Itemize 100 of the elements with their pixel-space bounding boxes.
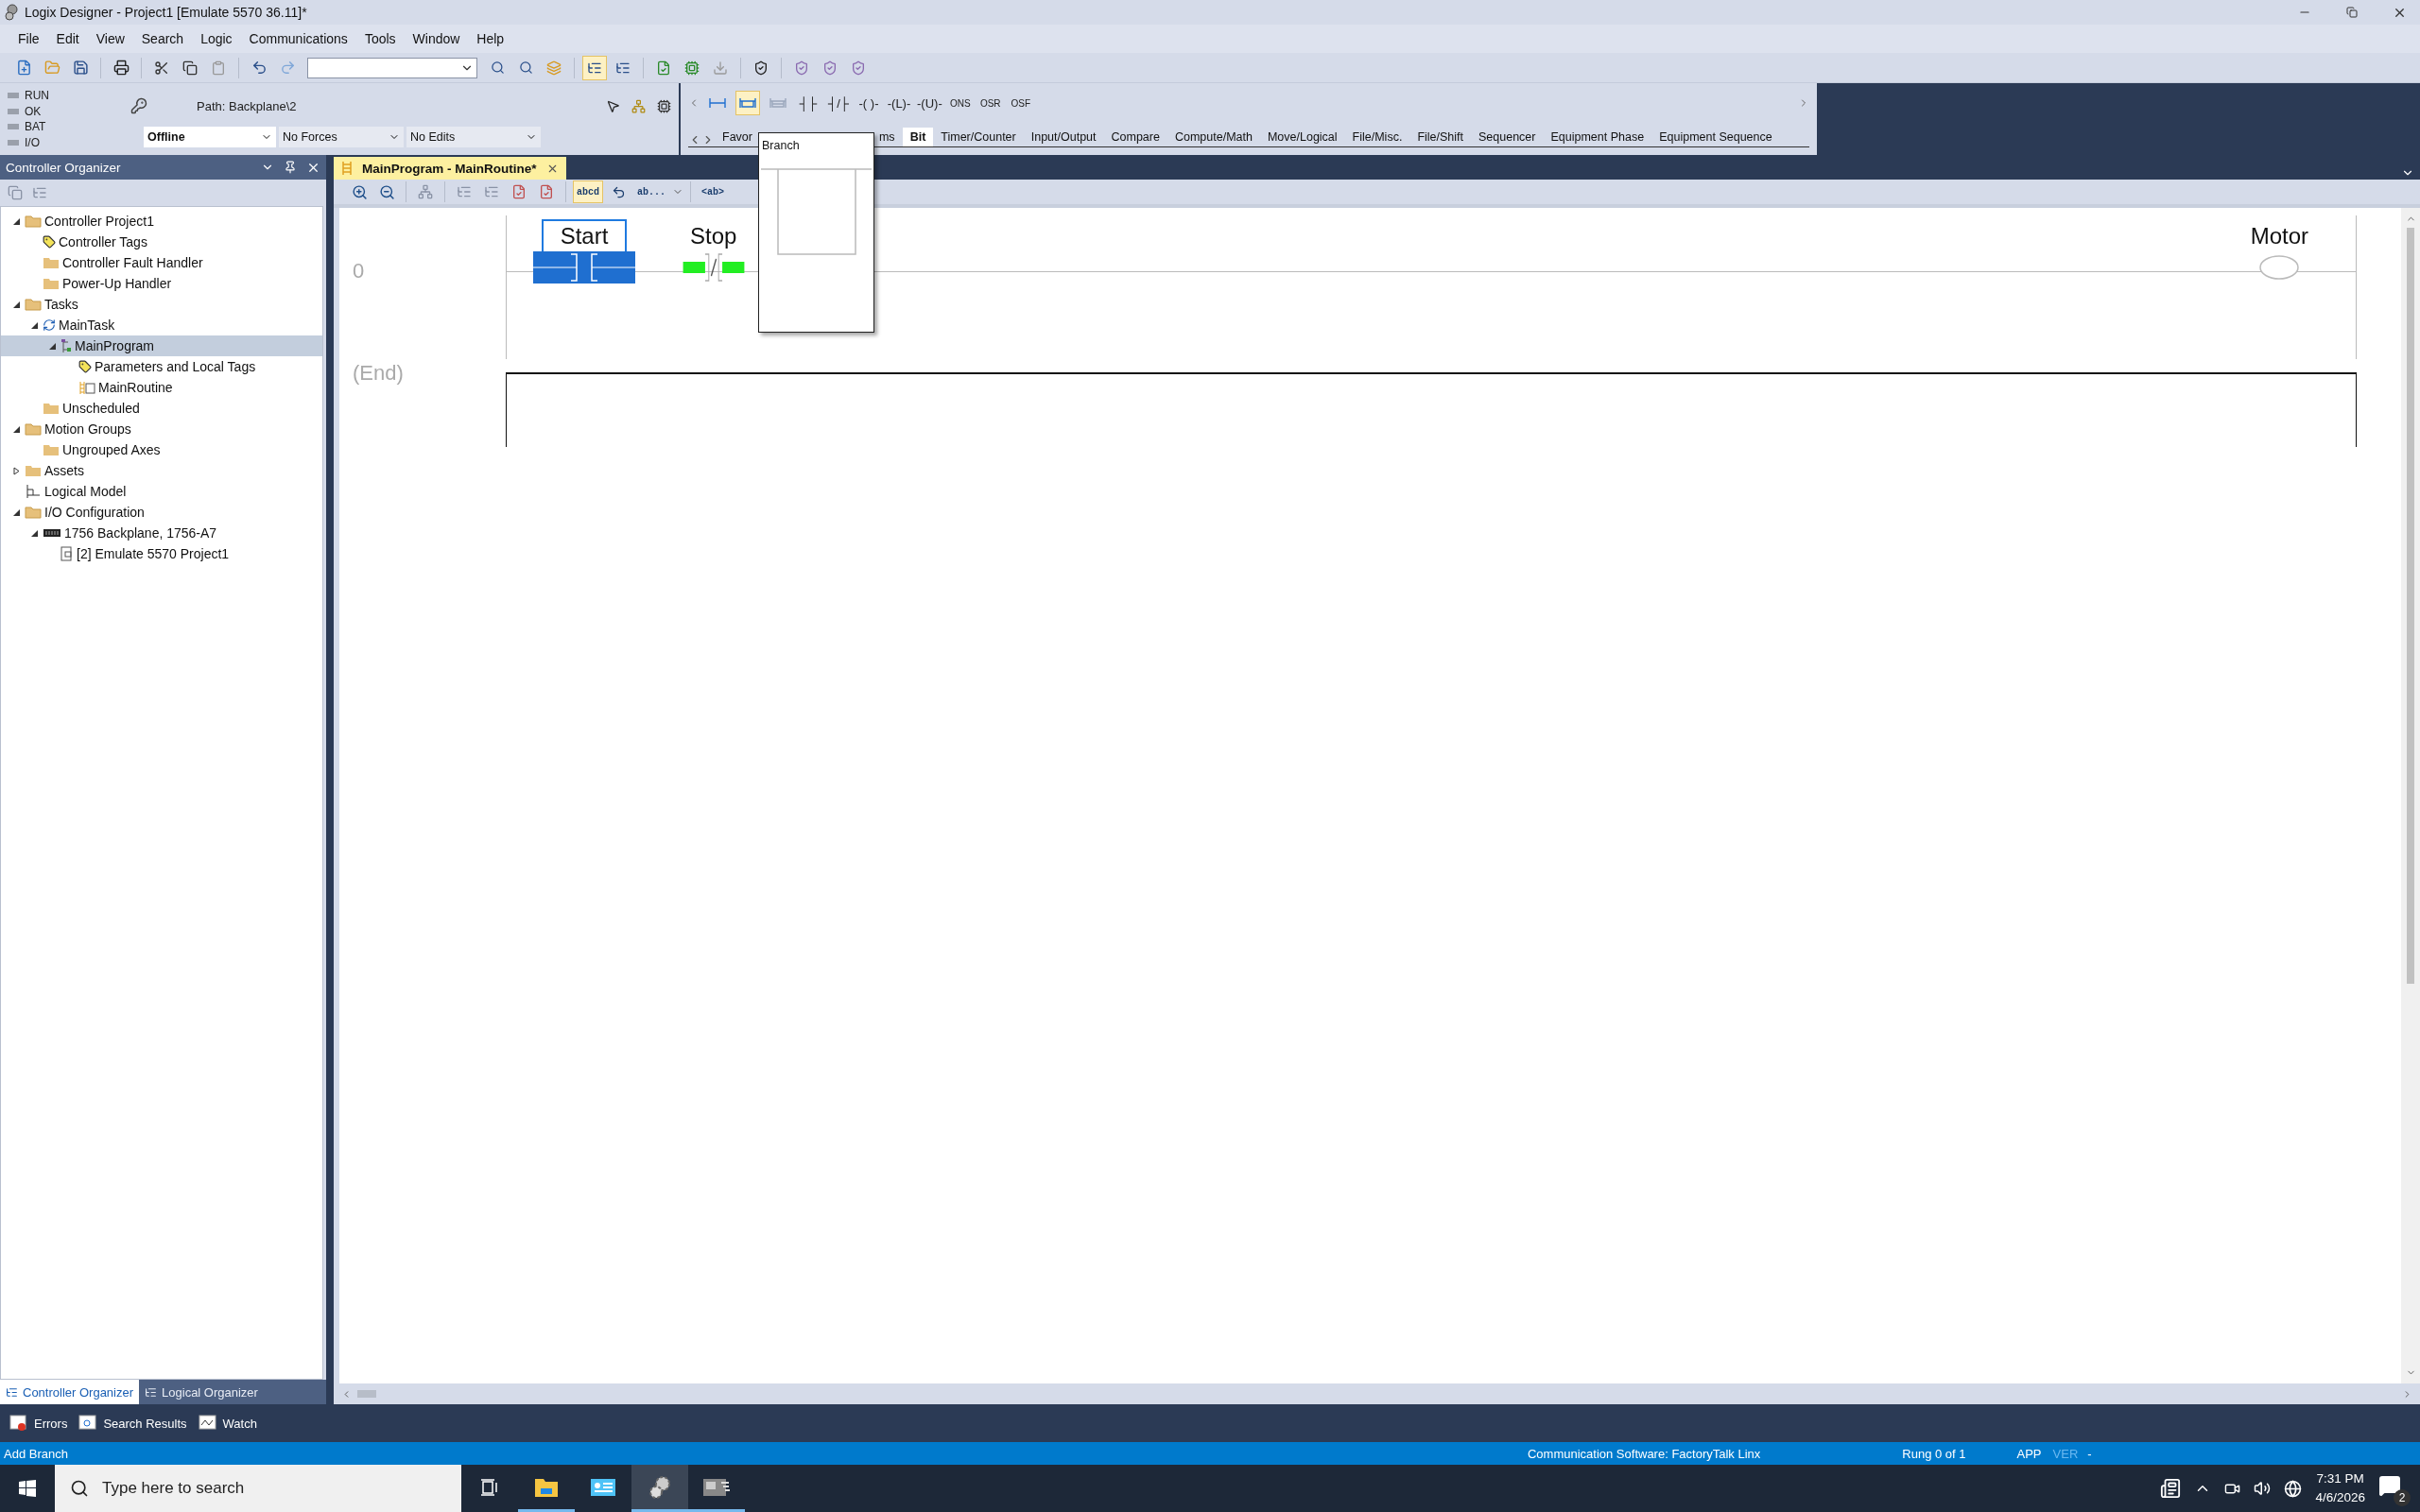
tree-item[interactable]: Unscheduled: [1, 398, 322, 419]
contact-open-symbol[interactable]: [533, 251, 635, 284]
tree-item[interactable]: Power-Up Handler: [1, 273, 322, 294]
clock[interactable]: 7:31 PM 4/6/2026: [2315, 1469, 2365, 1507]
status-text: VER: [2052, 1446, 2079, 1461]
volume-icon[interactable]: [2254, 1480, 2272, 1497]
menu-item[interactable]: Tools: [355, 27, 405, 50]
tree-item[interactable]: MainTask: [1, 315, 322, 335]
expanded-arrow-icon[interactable]: [29, 528, 39, 538]
instruction-tab[interactable]: Bit: [902, 128, 934, 146]
instruction-tab[interactable]: ms: [871, 128, 903, 146]
tree-item[interactable]: Ungrouped Axes: [1, 439, 322, 460]
scroll-thumb[interactable]: [2407, 228, 2414, 984]
errors-icon: [9, 1415, 28, 1432]
folder-icon: [25, 298, 42, 311]
menu-item[interactable]: Search: [132, 27, 193, 50]
instruction-button[interactable]: -(U)-: [917, 95, 942, 111]
organizer-tab[interactable]: Controller Organizer: [0, 1380, 140, 1404]
tree-item[interactable]: I/O Configuration: [1, 502, 322, 523]
instruction-tab[interactable]: File/Misc.: [1344, 128, 1410, 146]
tree-item[interactable]: Tasks: [1, 294, 322, 315]
expanded-arrow-icon[interactable]: [47, 341, 57, 351]
output-tab[interactable]: Search Results: [75, 1413, 191, 1434]
menu-item[interactable]: Window: [404, 27, 469, 50]
instruction-tab[interactable]: Input/Output: [1023, 128, 1104, 146]
network-icon[interactable]: [2284, 1479, 2303, 1498]
copy-icon: [182, 60, 198, 76]
controller-icon[interactable]: [657, 98, 671, 113]
menu-item[interactable]: Logic: [192, 27, 241, 50]
taskbar-search-field[interactable]: Type here to search: [55, 1465, 461, 1512]
layers-icon: [546, 60, 562, 76]
branch-icon: [738, 95, 757, 111]
instruction-button[interactable]: -(L)-: [887, 95, 911, 111]
instruction-tab[interactable]: Equipment Sequence: [1651, 128, 1780, 146]
instruction-tab[interactable]: Compare: [1103, 128, 1167, 146]
instruction-tab[interactable]: File/Shift: [1409, 128, 1471, 146]
undo-icon: [251, 60, 268, 76]
status-text: Rung 0 of 1: [1902, 1446, 1966, 1461]
menu-item[interactable]: Edit: [47, 27, 88, 50]
tag-label: Stop: [689, 222, 738, 250]
edits-field[interactable]: No Edits: [406, 127, 541, 147]
tree-item[interactable]: [2] Emulate 5570 Project1: [1, 543, 322, 564]
tree-list-icon: [6, 1385, 18, 1399]
instruction-tab[interactable]: Compute/Math: [1167, 128, 1260, 146]
tree-item[interactable]: MainRoutine: [1, 377, 322, 398]
tree-item[interactable]: MainProgram: [1, 335, 322, 356]
menu-item[interactable]: File: [9, 27, 48, 50]
output-tab[interactable]: Watch: [194, 1413, 261, 1434]
expanded-arrow-icon[interactable]: [11, 424, 21, 434]
text-tool-button[interactable]: abcd: [573, 180, 603, 203]
tree-item[interactable]: Logical Model: [1, 481, 322, 502]
instruction-button[interactable]: OSF: [1008, 97, 1033, 109]
branch-tool[interactable]: [735, 91, 760, 115]
mode-field[interactable]: Offline: [144, 127, 276, 147]
forces-field[interactable]: No Forces: [279, 127, 404, 147]
instruction-button[interactable]: OSR: [977, 97, 1003, 109]
windows-icon: [19, 1480, 36, 1497]
news-icon[interactable]: [2160, 1478, 2182, 1499]
output-tab[interactable]: Errors: [6, 1413, 72, 1434]
tree-item[interactable]: Parameters and Local Tags: [1, 356, 322, 377]
instruction-tab[interactable]: Favor: [715, 128, 760, 146]
text-tool-button[interactable]: ab...: [633, 180, 670, 203]
menu-item[interactable]: View: [87, 27, 133, 50]
taskbar-app[interactable]: [631, 1465, 688, 1512]
dashboard-icon: [590, 1476, 616, 1498]
instruction-button[interactable]: -( )-: [856, 95, 881, 111]
tree-item[interactable]: 1756 Backplane, 1756-A7: [1, 523, 322, 543]
instruction-tab[interactable]: Move/Logical: [1259, 128, 1345, 146]
organizer-tab[interactable]: Logical Organizer: [139, 1380, 264, 1404]
text-tool-button[interactable]: <ab>: [698, 180, 729, 203]
expanded-arrow-icon[interactable]: [29, 320, 39, 330]
task-view-icon: [480, 1478, 499, 1496]
instruction-tab[interactable]: Equipment Phase: [1543, 128, 1652, 146]
key-switch-icon: [130, 97, 147, 114]
tree-item[interactable]: Controller Tags: [1, 232, 322, 252]
tree-item[interactable]: Controller Fault Handler: [1, 252, 322, 273]
instruction-button[interactable]: ┤├: [796, 95, 821, 111]
search-combo-box[interactable]: [307, 57, 477, 78]
menu-item[interactable]: Communications: [240, 27, 356, 50]
tree-item[interactable]: Motion Groups: [1, 419, 322, 439]
tree-list-icon: [145, 1385, 158, 1399]
vertical-scrollbar[interactable]: [2401, 208, 2420, 1383]
instruction-tab[interactable]: Timer/Counter: [933, 128, 1024, 146]
menu-item[interactable]: Help: [468, 27, 513, 50]
instruction-button[interactable]: ONS: [947, 97, 973, 109]
instruction-tab[interactable]: Sequencer: [1471, 128, 1544, 146]
printer-icon: [112, 60, 130, 76]
collapsed-arrow-icon[interactable]: [11, 466, 21, 475]
panel-title: Controller Organizer: [6, 160, 122, 175]
expanded-arrow-icon[interactable]: [11, 507, 21, 517]
organizer-button[interactable]: [582, 55, 607, 80]
tree-item[interactable]: Assets: [1, 460, 322, 481]
tree-item[interactable]: Controller Project1: [1, 211, 322, 232]
instruction-button[interactable]: ┤/├: [826, 95, 851, 111]
scroll-thumb[interactable]: [357, 1390, 376, 1398]
document-tab[interactable]: MainProgram - MainRoutine*: [334, 157, 566, 180]
expanded-arrow-icon[interactable]: [11, 216, 21, 226]
expanded-arrow-icon[interactable]: [11, 300, 21, 309]
pin-icon[interactable]: [284, 161, 297, 174]
select-path-icon[interactable]: [606, 98, 620, 113]
